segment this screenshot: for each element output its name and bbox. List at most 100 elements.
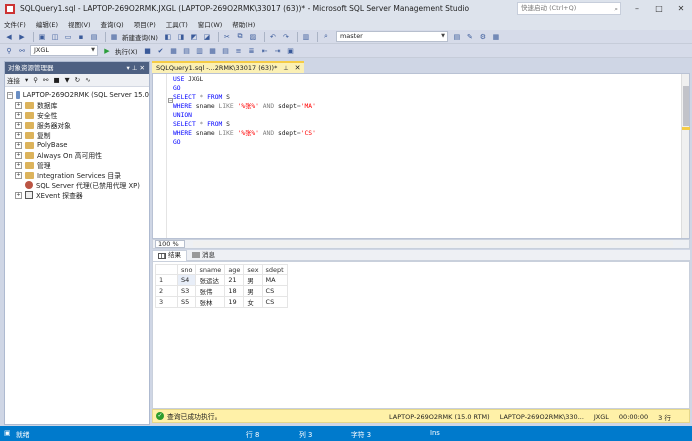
comment-icon[interactable]: ≡ [234, 46, 244, 56]
table-row[interactable]: 1 S4 张运达 21 男 MA [155, 274, 288, 286]
table-cell[interactable]: MA [261, 274, 288, 286]
column-header-sno[interactable]: sno [176, 264, 197, 275]
indent-icon[interactable]: ⇥ [273, 46, 283, 56]
row-number[interactable]: 3 [155, 296, 178, 308]
settings-icon[interactable]: ⚙ [478, 32, 488, 42]
column-header-sex[interactable]: sex [243, 264, 263, 275]
connect-button[interactable]: 连接 [7, 75, 20, 85]
table-cell[interactable]: CS [261, 285, 288, 297]
dmx-icon[interactable]: ◩ [189, 32, 199, 42]
table-cell[interactable]: 男 [243, 274, 263, 286]
scroll-thumb[interactable] [683, 86, 689, 126]
connect-icon[interactable]: ⚲ [4, 46, 14, 56]
column-header-age[interactable]: age [224, 264, 245, 275]
tree-node-integration-services[interactable]: + Integration Services 目录 [5, 170, 149, 180]
pin-icon[interactable]: ▾ ⊥ ✕ [126, 62, 145, 74]
tree-node-databases[interactable]: + 数据库 [5, 100, 149, 110]
expand-icon[interactable]: + [15, 101, 22, 109]
expand-icon[interactable]: + [15, 121, 22, 129]
table-cell[interactable]: S4 [176, 274, 197, 286]
menu-view[interactable]: 视图(V) [68, 19, 91, 29]
properties-icon[interactable]: ▤ [452, 32, 462, 42]
intellisense-icon[interactable]: ▤ [182, 46, 192, 56]
table-cell[interactable]: CS [261, 296, 288, 308]
undo-icon[interactable]: ↶ [268, 32, 278, 42]
connect-dropdown-icon[interactable]: ▾ [25, 76, 28, 84]
open-file-icon[interactable]: ▭ [63, 32, 73, 42]
expand-icon[interactable]: + [15, 131, 22, 139]
menu-project[interactable]: 项目(P) [134, 19, 156, 29]
execute-button[interactable]: 执行(X) [115, 46, 138, 56]
tree-node-polybase[interactable]: + PolyBase [5, 140, 149, 150]
table-cell[interactable]: 张运达 [195, 274, 226, 286]
tree-server-node[interactable]: − LAPTOP-269O2RMK (SQL Server 15.0 [5, 90, 149, 100]
save-all-icon[interactable]: ▤ [89, 32, 99, 42]
change-connection-icon[interactable]: ⚯ [17, 46, 27, 56]
toolbox-icon[interactable]: ✎ [465, 32, 475, 42]
copy-icon[interactable]: ⧉ [235, 32, 245, 42]
db-query-icon[interactable]: ◧ [163, 32, 173, 42]
table-cell[interactable]: 张林 [195, 296, 226, 308]
table-cell[interactable]: 男 [243, 285, 263, 297]
pin-tab-icon[interactable]: ⊥ [283, 64, 288, 73]
cancel-query-icon[interactable]: ■ [143, 46, 153, 56]
tab-sqlquery1[interactable]: SQLQuery1.sql -...2RMK\33017 (63))* ⊥ ✕ [152, 61, 305, 73]
expand-icon[interactable]: + [15, 191, 22, 199]
sql-editor[interactable]: − USE JXGL GO SELECT * FROM S WHERE snam… [152, 73, 690, 239]
activity-icon[interactable]: ∿ [85, 76, 90, 84]
tree-node-server-objects[interactable]: + 服务器对象 [5, 120, 149, 130]
cut-icon[interactable]: ✂ [222, 32, 232, 42]
add-item-icon[interactable]: ◫ [50, 32, 60, 42]
disconnect-icon[interactable]: ⚯ [43, 76, 48, 84]
back-icon[interactable]: ◀ [4, 32, 14, 42]
results-grid-icon[interactable]: ▦ [208, 46, 218, 56]
paste-icon[interactable]: ▨ [248, 32, 258, 42]
row-number[interactable]: 2 [155, 285, 178, 297]
find-combo[interactable]: master ▼ [335, 31, 448, 42]
expand-icon[interactable]: + [15, 151, 22, 159]
editor-horizontal-scrollbar[interactable] [193, 241, 673, 247]
results-text-icon[interactable]: ▤ [221, 46, 231, 56]
table-row[interactable]: 3 S5 张林 19 女 CS [155, 296, 288, 308]
menu-query[interactable]: 查询(Q) [101, 19, 124, 29]
expand-icon[interactable]: + [15, 111, 22, 119]
database-selector[interactable]: JXGL ▼ [30, 45, 98, 56]
table-cell[interactable]: 18 [224, 285, 245, 297]
table-cell[interactable]: 19 [224, 296, 245, 308]
tree-node-sql-agent[interactable]: SQL Server 代理(已禁用代理 XP) [5, 180, 149, 190]
table-cell[interactable]: 21 [224, 274, 245, 286]
save-icon[interactable]: ▪ [76, 32, 86, 42]
expand-icon[interactable]: + [15, 141, 22, 149]
tree-node-security[interactable]: + 安全性 [5, 110, 149, 120]
xmla-icon[interactable]: ◪ [202, 32, 212, 42]
find-icon[interactable]: ⌕ [321, 32, 331, 42]
menu-tools[interactable]: 工具(T) [166, 19, 188, 29]
zoom-selector[interactable]: 100 % [155, 240, 185, 248]
refresh-icon[interactable]: ↻ [75, 76, 80, 84]
tree-node-management[interactable]: + 管理 [5, 160, 149, 170]
close-tab-icon[interactable]: ✕ [295, 64, 301, 73]
stop-icon[interactable]: ■ [53, 76, 59, 84]
close-button[interactable]: ✕ [670, 0, 692, 17]
menu-window[interactable]: 窗口(W) [198, 19, 223, 29]
parse-icon[interactable]: ✔ [156, 46, 166, 56]
minimize-button[interactable]: – [626, 0, 648, 17]
estimated-plan-icon[interactable]: ▦ [169, 46, 179, 56]
table-row[interactable]: 2 S3 张伟 18 男 CS [155, 285, 288, 297]
column-header-sname[interactable]: sname [195, 264, 226, 275]
outdent-icon[interactable]: ⇤ [260, 46, 270, 56]
menu-file[interactable]: 文件(F) [4, 19, 26, 29]
quick-launch-input[interactable]: 快速启动 (Ctrl+Q) ⌕ [517, 2, 621, 15]
layout-icon[interactable]: ▦ [491, 32, 501, 42]
connect-plug-icon[interactable]: ⚲ [33, 76, 38, 84]
editor-vertical-scrollbar[interactable] [681, 74, 690, 238]
tree-node-xevent[interactable]: + XEvent 探查器 [5, 190, 149, 200]
uncomment-icon[interactable]: ≣ [247, 46, 257, 56]
maximize-button[interactable]: □ [648, 0, 670, 17]
redo-icon[interactable]: ↷ [281, 32, 291, 42]
mdx-icon[interactable]: ◨ [176, 32, 186, 42]
tab-results[interactable]: 结果 [152, 249, 187, 261]
tree-node-replication[interactable]: + 复制 [5, 130, 149, 140]
table-cell[interactable]: 张伟 [195, 285, 226, 297]
table-cell[interactable]: S3 [176, 285, 197, 297]
